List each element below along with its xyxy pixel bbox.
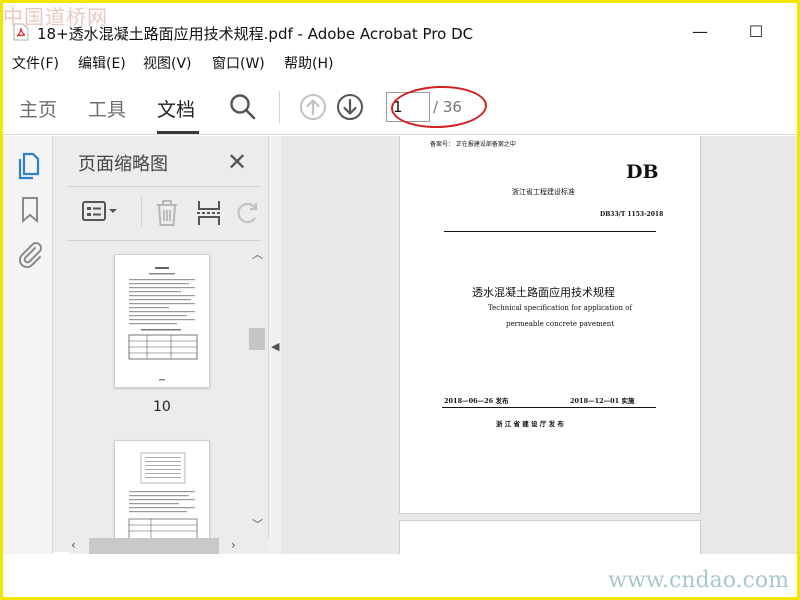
document-title-en-line2: permeable concrete pavement <box>506 320 615 328</box>
standard-number: DB33/T 1153-2018 <box>600 211 664 218</box>
menu-help[interactable]: 帮助(H) <box>284 53 333 73</box>
panel-divider <box>67 186 261 187</box>
issue-date: 2018—06—26 发布 <box>444 397 509 405</box>
tab-tools[interactable]: 工具 <box>88 95 126 122</box>
attachment-icon[interactable] <box>17 240 43 272</box>
scroll-down-icon[interactable]: ﹀ <box>252 516 263 532</box>
scroll-right-icon[interactable]: › <box>231 538 236 552</box>
page-thumbnail[interactable] <box>114 440 210 538</box>
tab-document[interactable]: 文档 <box>157 95 195 122</box>
maximize-button[interactable]: ☐ <box>733 19 779 45</box>
thumbnails-panel: 页面缩略图 ✕ 10 ︿ ﹀ <box>53 136 269 552</box>
search-icon[interactable] <box>229 93 257 125</box>
page-thumbnail[interactable] <box>114 254 210 388</box>
rotate-page-icon[interactable] <box>235 198 261 232</box>
app-window: 中国道桥网 18+透水混凝土路面应用技术规程.pdf - Adobe Acrob… <box>3 3 797 597</box>
thumbnail-list: 10 <box>53 242 249 538</box>
menu-edit[interactable]: 编辑(E) <box>78 53 126 73</box>
standard-organization: 浙江省工程建设标准 <box>512 188 575 196</box>
menu-view[interactable]: 视图(V) <box>143 53 192 73</box>
document-page <box>399 520 701 554</box>
tool-divider <box>141 196 142 226</box>
scroll-up-icon[interactable]: ︿ <box>252 246 263 262</box>
bookmark-icon[interactable] <box>20 196 40 228</box>
menu-bar: 文件(F) 编辑(E) 视图(V) 窗口(W) 帮助(H) <box>3 51 797 75</box>
scroll-left-icon[interactable]: ‹ <box>71 538 76 552</box>
tab-home[interactable]: 主页 <box>19 95 57 122</box>
header-rule <box>444 231 656 232</box>
toolbar-divider <box>279 91 280 123</box>
page-thumbnails-icon[interactable] <box>17 152 41 184</box>
previous-page-icon[interactable] <box>299 93 327 125</box>
toolbar: 主页 工具 文档 1 / 36 <box>3 79 797 135</box>
panel-collapse-handle[interactable]: ◀ <box>269 136 281 554</box>
publisher: 浙 江 省 建 设 厅 发 布 <box>496 420 564 428</box>
panel-divider <box>67 240 261 241</box>
insert-page-icon[interactable] <box>195 198 223 232</box>
thumbnail-page-number: 10 <box>153 399 171 415</box>
record-number: 备案号： 正在报建设部备案之中 <box>430 141 516 148</box>
thumbnail-horizontal-scrollbar[interactable]: ‹ › <box>69 538 269 554</box>
thumbnail-vertical-scrollbar[interactable]: ︿ ﹀ <box>249 246 265 536</box>
standard-code: DB <box>626 161 659 183</box>
menu-file[interactable]: 文件(F) <box>12 53 59 73</box>
scrollbar-thumb[interactable] <box>249 328 265 350</box>
collapse-arrow-icon[interactable]: ◀ <box>271 340 279 353</box>
menu-window[interactable]: 窗口(W) <box>212 53 265 73</box>
watermark-top: 中国道桥网 <box>3 5 108 29</box>
delete-page-icon[interactable] <box>153 198 181 232</box>
title-bar: 18+透水混凝土路面应用技术规程.pdf - Adobe Acrobat Pro… <box>3 17 797 47</box>
thumbnail-options-icon[interactable] <box>81 198 121 230</box>
minimize-button[interactable]: — <box>677 19 723 45</box>
document-page: 备案号： 正在报建设部备案之中 DB 浙江省工程建设标准 DB33/T 1153… <box>399 136 701 514</box>
footer-rule <box>442 407 656 408</box>
active-tab-indicator <box>157 131 199 134</box>
watermark-bottom: www.cndao.com <box>608 568 789 593</box>
document-title-en-line1: Technical specification for application … <box>488 304 633 312</box>
panel-title: 页面缩略图 <box>78 154 168 175</box>
close-icon[interactable]: ✕ <box>227 148 247 176</box>
scrollbar-thumb[interactable] <box>89 538 219 554</box>
implementation-date: 2018—12—01 实施 <box>570 397 635 405</box>
document-viewport[interactable]: 备案号： 正在报建设部备案之中 DB 浙江省工程建设标准 DB33/T 1153… <box>281 136 797 554</box>
navigation-rail <box>3 136 53 597</box>
document-title-cn: 透水混凝土路面应用技术规程 <box>472 286 615 299</box>
next-page-icon[interactable] <box>336 93 364 125</box>
